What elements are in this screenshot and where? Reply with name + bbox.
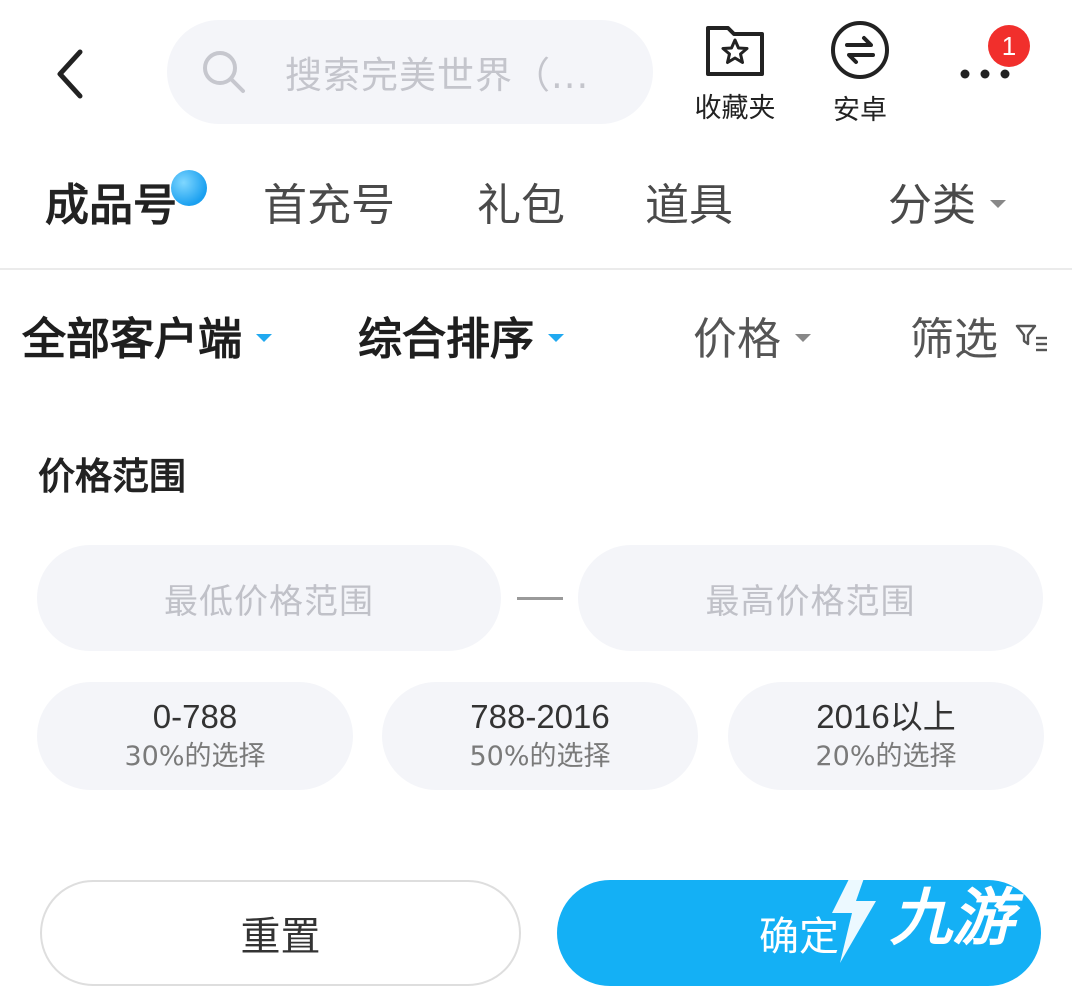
android-button[interactable]: 安卓: [812, 20, 908, 130]
filter-client-label: 全部客户端: [22, 314, 242, 365]
watermark-text: 九游: [890, 881, 1015, 954]
filter-sort-dropdown[interactable]: 综合排序: [358, 308, 564, 372]
back-button[interactable]: [40, 42, 100, 106]
filter-funnel-icon: [1015, 324, 1047, 352]
caret-down-icon: [990, 200, 1006, 208]
tab-gift-pack[interactable]: 礼包: [477, 176, 565, 236]
price-option-range: 0-788: [152, 698, 238, 735]
price-option-chip[interactable]: 788-2016 50%的选择: [382, 682, 698, 790]
range-separator: [517, 597, 563, 600]
price-option-share: 50%的选择: [469, 741, 611, 772]
filter-sort-label: 综合排序: [358, 314, 534, 365]
filter-price-label: 价格: [693, 314, 781, 365]
tab-divider: [0, 268, 1072, 270]
price-option-chip[interactable]: 2016以上 20%的选择: [728, 682, 1044, 790]
price-option-share: 30%的选择: [124, 741, 266, 772]
reset-button[interactable]: 重置: [40, 880, 521, 986]
caret-down-icon: [548, 334, 564, 342]
favorites-label: 收藏夹: [694, 93, 776, 124]
star-folder-icon: [706, 26, 764, 76]
price-option-share: 20%的选择: [815, 741, 957, 772]
filter-screen-button[interactable]: 筛选: [910, 308, 1050, 372]
new-indicator-dot: [171, 170, 207, 206]
max-price-placeholder: 最高价格范围: [705, 581, 916, 622]
swap-arrows-icon: [831, 21, 889, 79]
search-placeholder: 搜索完美世界（...: [285, 54, 590, 97]
watermark: 九游: [818, 852, 1058, 972]
price-option-range: 788-2016: [470, 698, 610, 735]
min-price-input[interactable]: 最低价格范围: [37, 545, 501, 651]
search-bar[interactable]: 搜索完美世界（...: [167, 20, 653, 124]
filter-screen-label: 筛选: [910, 314, 998, 365]
price-option-chip[interactable]: 0-788 30%的选择: [37, 682, 353, 790]
favorites-button[interactable]: 收藏夹: [687, 20, 783, 130]
tab-first-recharge[interactable]: 首充号: [263, 176, 395, 236]
tab-category-dropdown[interactable]: 分类: [888, 176, 1006, 236]
tab-overflow-fade: [812, 160, 872, 250]
lightning-logo-icon: [832, 861, 876, 963]
tab-items[interactable]: 道具: [645, 176, 733, 236]
price-range-title: 价格范围: [38, 455, 186, 498]
min-price-placeholder: 最低价格范围: [164, 581, 374, 622]
chevron-left-icon: [57, 49, 83, 99]
android-label: 安卓: [833, 95, 887, 126]
category-label: 分类: [888, 180, 976, 231]
caret-down-icon: [256, 334, 272, 342]
notification-badge: 1: [988, 25, 1030, 67]
max-price-input[interactable]: 最高价格范围: [578, 545, 1043, 651]
caret-down-icon: [795, 334, 811, 342]
search-icon: [197, 45, 251, 99]
filter-client-dropdown[interactable]: 全部客户端: [22, 308, 272, 372]
tab-finished-account[interactable]: 成品号: [45, 176, 177, 236]
price-option-range: 2016以上: [816, 698, 956, 735]
filter-price-dropdown[interactable]: 价格: [693, 308, 811, 372]
